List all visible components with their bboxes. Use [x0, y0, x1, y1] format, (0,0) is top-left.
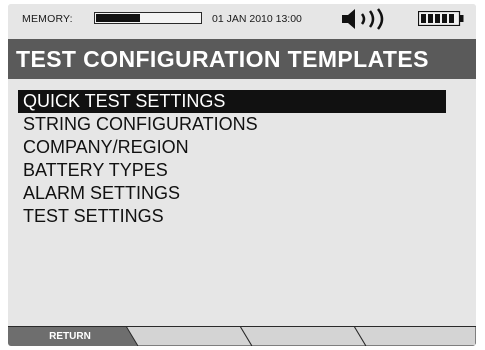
page-title: TEST CONFIGURATION TEMPLATES: [16, 46, 429, 72]
menu-item-string-configurations[interactable]: STRING CONFIGURATIONS: [18, 113, 446, 136]
device-screen: MEMORY: 01 JAN 2010 13:00 TEST CONFIGURA…: [8, 4, 476, 346]
menu-item-test-settings[interactable]: TEST SETTINGS: [18, 205, 446, 228]
datetime-display: 01 JAN 2010 13:00: [212, 13, 302, 25]
softkey-3[interactable]: [246, 326, 360, 346]
menu-item-alarm-settings[interactable]: ALARM SETTINGS: [18, 182, 446, 205]
status-bar: MEMORY: 01 JAN 2010 13:00: [8, 4, 476, 34]
softkey-4[interactable]: [360, 326, 476, 346]
memory-usage-bar: [94, 12, 202, 24]
memory-usage-fill: [96, 14, 140, 22]
speaker-volume-icon: [342, 8, 384, 30]
menu-item-battery-types[interactable]: BATTERY TYPES: [18, 159, 446, 182]
title-bar: TEST CONFIGURATION TEMPLATES: [8, 39, 476, 79]
menu-item-quick-test-settings[interactable]: QUICK TEST SETTINGS: [18, 90, 446, 113]
device-bezel: MEMORY: 01 JAN 2010 13:00 TEST CONFIGURA…: [0, 0, 485, 350]
softkey-bar: RETURN: [8, 326, 476, 346]
menu-item-company-region[interactable]: COMPANY/REGION: [18, 136, 446, 159]
softkey-2[interactable]: [132, 326, 246, 346]
memory-label: MEMORY:: [22, 13, 73, 25]
menu-list: QUICK TEST SETTINGS STRING CONFIGURATION…: [18, 90, 446, 228]
return-softkey[interactable]: [8, 326, 132, 346]
battery-full-icon: [418, 11, 464, 26]
